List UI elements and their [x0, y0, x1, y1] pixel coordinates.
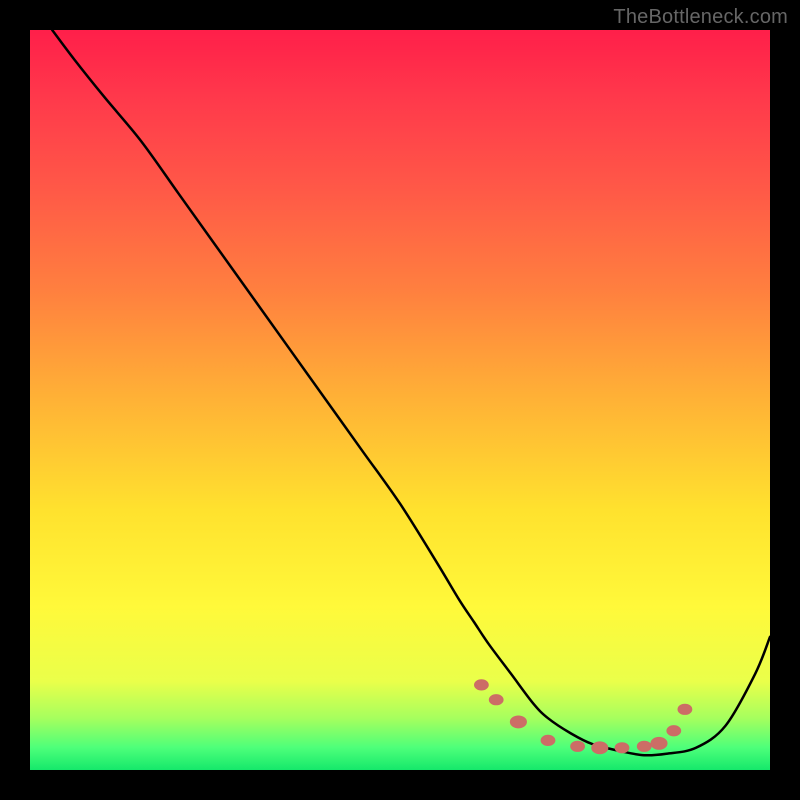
curve-marker — [637, 741, 651, 751]
curve-marker — [510, 716, 526, 728]
curve-marker — [571, 741, 585, 751]
curve-marker — [592, 742, 608, 754]
plot-area — [30, 30, 770, 770]
curve-markers — [475, 680, 692, 754]
curve-marker — [651, 737, 667, 749]
bottleneck-curve-path — [52, 30, 770, 755]
curve-marker — [615, 743, 629, 753]
curve-marker — [541, 735, 555, 745]
curve-marker — [475, 680, 489, 690]
curve-layer — [30, 30, 770, 770]
curve-marker — [489, 695, 503, 705]
attribution-label: TheBottleneck.com — [613, 6, 788, 29]
chart-container: TheBottleneck.com — [0, 0, 800, 800]
curve-marker — [667, 726, 681, 736]
curve-marker — [678, 704, 692, 714]
